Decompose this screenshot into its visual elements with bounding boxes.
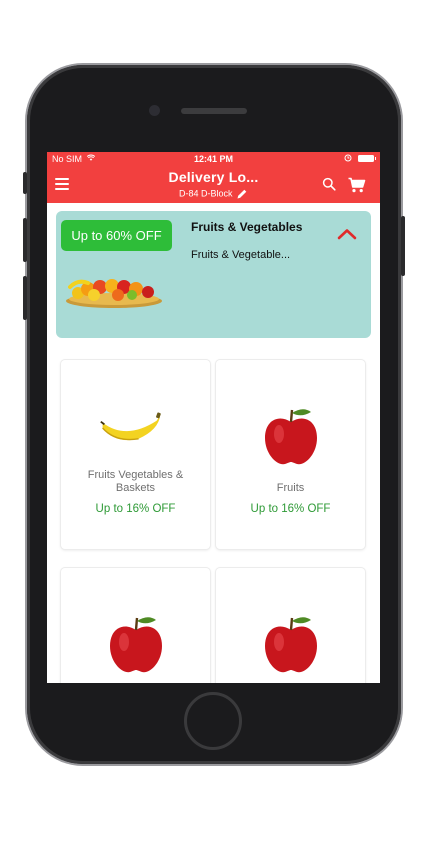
banner-title: Fruits & Vegetables <box>191 220 303 234</box>
edit-icon[interactable] <box>236 188 248 200</box>
category-card[interactable]: Fruits Vegetables & Baskets Up to 16% OF… <box>61 360 210 549</box>
category-card[interactable] <box>61 568 210 683</box>
banner-subtitle: Fruits & Vegetable... <box>191 249 291 261</box>
status-time: 12:41 PM <box>193 154 234 164</box>
chevron-up-icon[interactable] <box>337 228 357 240</box>
banana-image <box>100 412 161 441</box>
category-card[interactable]: Fruits Up to 16% OFF <box>216 360 365 549</box>
category-card[interactable] <box>216 568 365 683</box>
category-label: Fruits Vegetables & Baskets <box>87 469 184 494</box>
status-right <box>344 154 376 162</box>
app-screen: No SIM 12:41 PM Delivery Lo... D-84 D-Bl… <box>47 152 380 683</box>
search-icon[interactable] <box>322 177 336 191</box>
cart-icon[interactable] <box>348 177 366 193</box>
battery-icon <box>358 154 376 162</box>
power-button <box>401 216 405 276</box>
earpiece-speaker <box>181 108 247 114</box>
apple-image <box>265 409 317 465</box>
silent-switch <box>23 172 27 194</box>
category-label: Fruits <box>276 482 305 494</box>
alarm-icon <box>344 154 352 162</box>
status-bar: No SIM 12:41 PM <box>47 152 380 167</box>
delivery-address-text: D-84 D-Block <box>178 188 233 199</box>
home-button[interactable] <box>184 692 242 750</box>
fruit-platter-image <box>66 279 162 308</box>
category-offer: Up to 16% OFF <box>250 503 331 515</box>
front-camera <box>149 105 160 116</box>
category-banner[interactable]: Up to 60% OFF Fruits & Vegetables Fruits… <box>56 211 371 338</box>
app-bar: Delivery Lo... D-84 D-Block <box>47 167 380 203</box>
volume-down-button <box>23 276 27 320</box>
discount-badge: Up to 60% OFF <box>61 220 172 251</box>
category-offer: Up to 16% OFF <box>95 503 176 515</box>
volume-up-button <box>23 218 27 262</box>
apple-image <box>110 617 162 673</box>
apple-image <box>265 617 317 673</box>
